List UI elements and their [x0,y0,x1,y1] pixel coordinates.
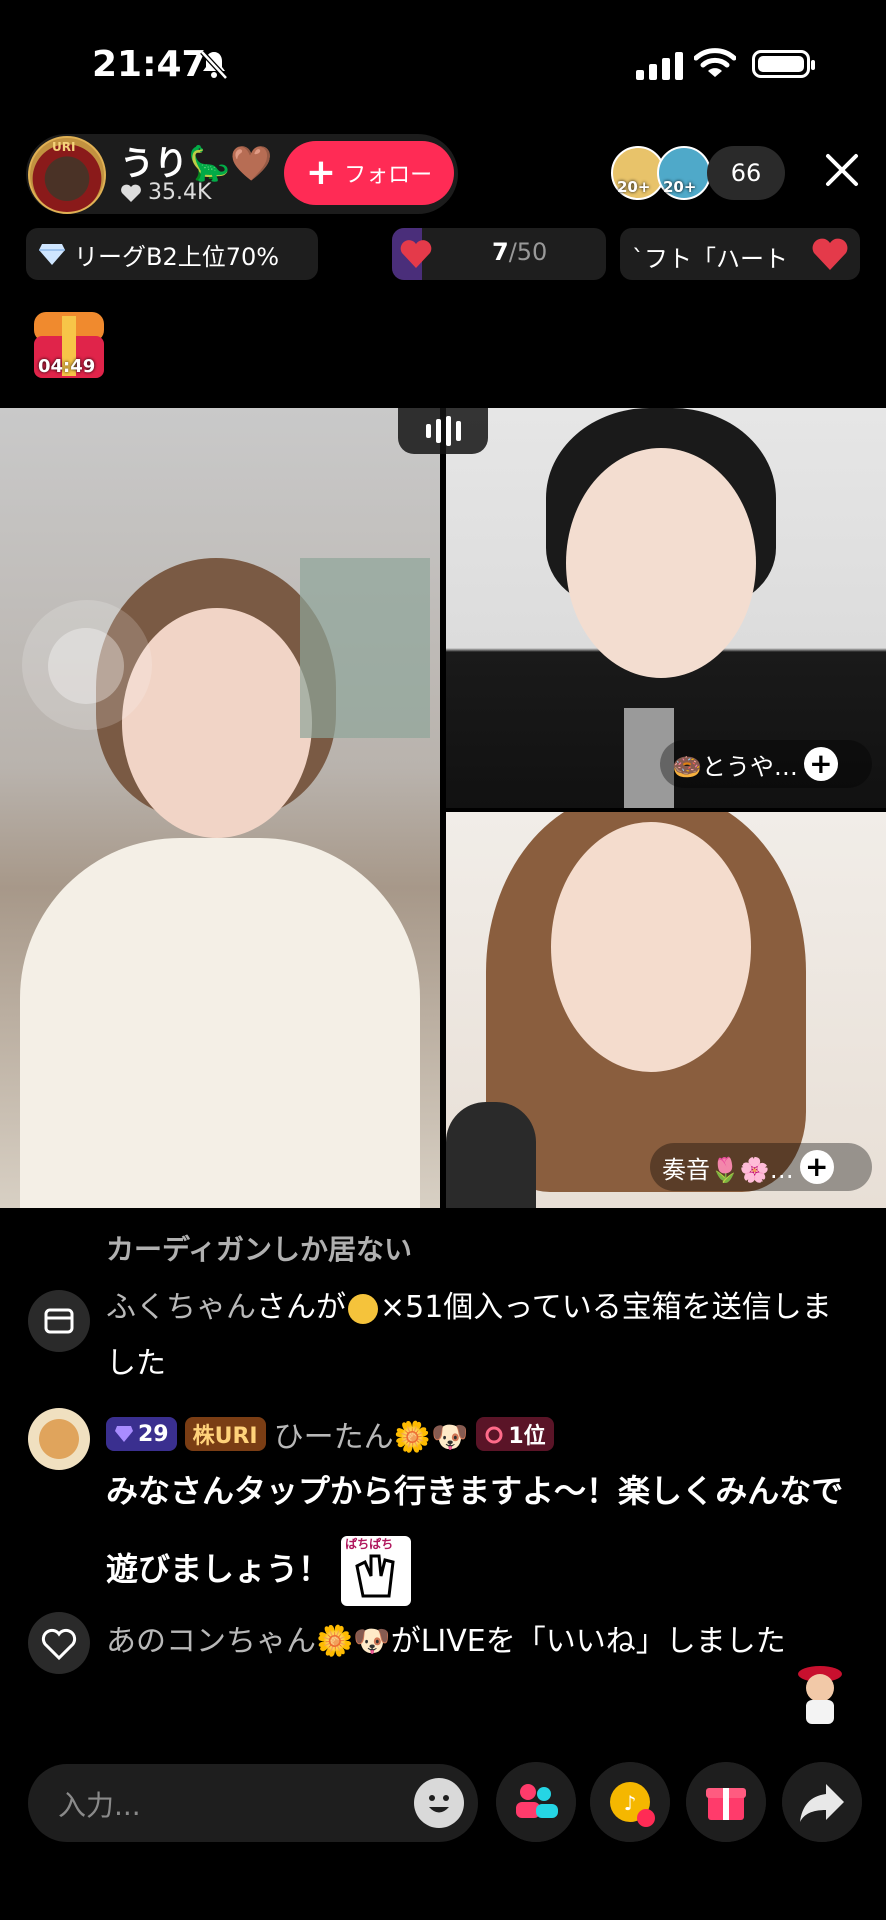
goal-progress-text: 7/50 [492,238,547,266]
medal-icon [485,1426,503,1444]
gift-ticker-text: `フト「ハート [632,245,788,273]
chest-timer: 04:49 [38,356,96,377]
host-kimono [20,838,420,1208]
heart-outline-icon [41,1628,77,1661]
gem-icon [115,1426,133,1442]
host-likes-count: 35.4K [148,180,212,205]
like-message-icon [28,1612,90,1674]
chat-username[interactable]: ふくちゃん [106,1290,256,1325]
background-decoration [300,558,430,738]
league-rank-pill[interactable]: リーグB2上位70% [26,228,318,280]
host-face [122,608,312,838]
host-likes: 35.4K [120,180,211,205]
chat-text: みなさんタップから行きますよ〜！楽しくみんなで遊びましょう！ [106,1472,844,1588]
follow-label: フォロー [344,163,433,188]
chat-user-avatar[interactable] [28,1408,90,1470]
host-video[interactable] [0,408,440,1208]
multi-guest-icon[interactable] [496,1762,576,1842]
goal-max: /50 [508,238,548,266]
add-guest-plus-icon[interactable]: + [803,747,838,781]
diamond-icon [39,244,65,265]
chat-user-badges: 29 株URI ひーたん🌼🐶 1位 [106,1412,554,1456]
floating-effect-inner [48,628,124,704]
battery-icon [752,50,815,78]
box-icon [44,1308,74,1334]
viewer-count[interactable]: 66 [707,146,785,200]
gift-goal-pill[interactable]: 7/50 [392,228,606,280]
host-name: うり🦕🤎 [120,144,273,184]
chat-message-faded: カーディガンしか居ない [106,1233,413,1266]
treasure-box-message-icon [28,1290,90,1352]
heart-gift-icon [400,240,432,268]
follow-button[interactable]: + フォロー [284,141,454,205]
top-viewer-avatar-2[interactable]: 20+ [657,146,711,200]
chat-message: みなさんタップから行きますよ〜！楽しくみんなで遊びましょう！ ぱちぱち [106,1452,866,1608]
coin-icon [348,1293,378,1324]
guest-name-1: 🍩とうや… [672,752,798,781]
bell-muted-icon [200,50,228,80]
character-sticker [798,1666,842,1724]
level-badge-value: 29 [138,1421,169,1447]
viewer-badge-1: 20+ [617,178,651,196]
viewer-badge-2: 20+ [663,178,697,196]
microphone [446,1102,536,1208]
share-icon[interactable] [782,1762,862,1842]
comment-input-placeholder: 入力... [58,1789,141,1822]
fan-club-badge: 株URI [184,1417,266,1451]
add-guest-plus-icon[interactable]: + [799,1150,834,1184]
chat-text: がLIVEを「いいね」しました [390,1624,786,1659]
heart-gift-icon [812,238,848,270]
level-badge: 29 [106,1417,177,1451]
rank-badge: 1位 [476,1417,554,1451]
chat-system-message: ふくちゃんさんが ×51個入っている宝箱を送信しました [106,1280,846,1392]
coin-recharge-icon[interactable]: ♪ [590,1762,670,1842]
plus-icon: + [305,152,337,193]
goal-current: 7 [492,238,509,266]
emoji-icon[interactable] [414,1778,464,1828]
close-icon[interactable] [822,150,862,190]
chat-username[interactable]: ひーたん🌼🐶 [274,1412,469,1456]
guest-name-2: 奏音🌷🌸… [662,1155,794,1184]
guest-name-pill-1[interactable]: 🍩とうや… + [660,740,872,788]
clapping-sticker: ぱちぱち [341,1536,412,1606]
clap-icon [355,1554,395,1598]
chat-text: さんが [256,1290,346,1325]
league-label: リーグB2上位70% [74,242,280,271]
guest-name-pill-2[interactable]: 奏音🌷🌸… + [650,1143,872,1191]
cellular-signal-icon [636,52,683,80]
host-avatar[interactable]: URI [28,136,106,214]
guest1-face [566,448,756,678]
chat-username[interactable]: あのコンちゃん🌼🐶 [106,1624,391,1659]
gift-ticker-pill[interactable]: `フト「ハート [620,228,860,280]
rank-badge-value: 1位 [508,1424,546,1449]
avatar-label: URI [52,140,76,154]
chat-like-message: あのコンちゃん🌼🐶がLIVEを「いいね」しました [106,1612,846,1672]
layout-handle-icon[interactable] [398,408,488,454]
fan-club-badge-label: 株URI [192,1424,258,1449]
heart-icon [121,184,141,202]
gift-icon[interactable] [686,1762,766,1842]
svg-text:♪: ♪ [624,1791,637,1815]
status-time: 21:47 [92,44,207,85]
guest2-face [551,822,751,1072]
wifi-icon [694,48,736,77]
